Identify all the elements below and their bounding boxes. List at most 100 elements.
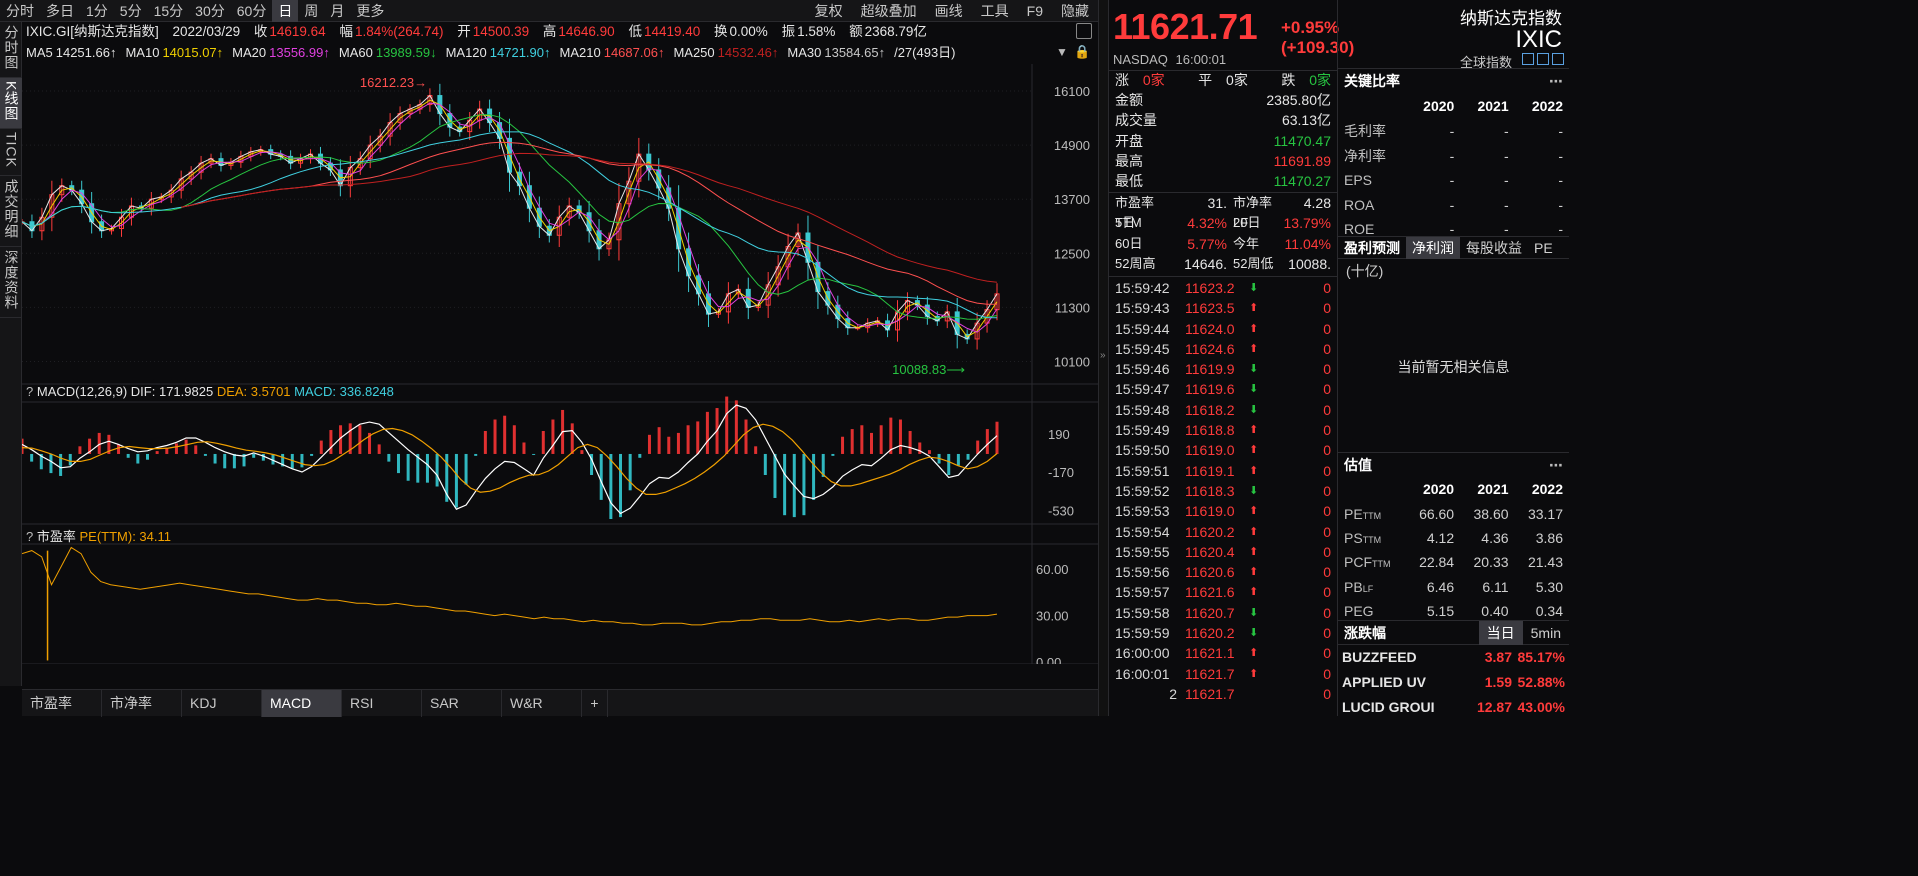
max-price-label: 16212.23→ xyxy=(360,75,427,90)
period-tab[interactable]: 分时 xyxy=(0,0,40,22)
movers-tab[interactable]: 5min xyxy=(1523,621,1569,645)
tool-button[interactable]: 复权 xyxy=(806,0,852,22)
key-ratios: 关键比率 ⋯ 2020 2021 2022 毛利率 - - - 净利率 - - - EPS - - - ROA -… xyxy=(1338,68,1569,242)
pe-help-icon[interactable]: ? xyxy=(26,529,33,544)
left-nav-item[interactable]: 深度资料 xyxy=(0,247,22,319)
tool-button[interactable]: 画线 xyxy=(926,0,972,22)
valuation-title: 估值 xyxy=(1344,457,1372,473)
indicator-tab[interactable]: SAR xyxy=(422,690,502,717)
quote-ratios: 市盈率TTM 31. 市净率LF 4.28 5日 4.32% 20日 13.79% 60日 5.7… xyxy=(1109,192,1337,274)
kr-value: - xyxy=(1449,172,1455,189)
tick-volume: 0 xyxy=(1323,503,1331,520)
period-tab[interactable]: 周 xyxy=(298,0,324,22)
stat-label: 开盘 xyxy=(1115,132,1143,149)
amount-label: 额 xyxy=(849,24,863,39)
left-nav-item[interactable]: TICK xyxy=(0,129,22,177)
kr-value: - xyxy=(1558,147,1563,164)
val-label: PSTTM xyxy=(1338,526,1406,550)
period-tab[interactable]: 60分 xyxy=(231,0,273,22)
stat-label: 最低 xyxy=(1115,173,1143,190)
left-nav-item[interactable]: 成交明细 xyxy=(0,176,22,248)
ma-name: MA10 xyxy=(125,45,160,60)
period-tab[interactable]: 月 xyxy=(324,0,350,22)
kr-corner xyxy=(1338,93,1406,119)
tick-price: 11619.6 xyxy=(1185,381,1235,398)
period-tab[interactable]: 5分 xyxy=(114,0,148,22)
chart-area[interactable]: 10100113001250013700149001610021-0221-04… xyxy=(22,64,1098,664)
mover-pct: 85.17% xyxy=(1517,649,1565,665)
ma-value: 14721.90↑ xyxy=(489,45,551,60)
tool-button[interactable]: 超级叠加 xyxy=(852,0,926,22)
indicator-tab[interactable]: KDJ xyxy=(182,690,262,717)
y-tick-label: 13700 xyxy=(1054,192,1090,207)
more-icon[interactable]: ⋯ xyxy=(1549,453,1569,477)
period-tab[interactable]: 更多 xyxy=(350,0,390,22)
tick-price: 11618.8 xyxy=(1185,422,1235,439)
stat-label: 最高 xyxy=(1115,152,1143,169)
forecast-tabs: 盈利预测 净利润 每股收益 PE xyxy=(1338,237,1569,259)
kr-label: ROA xyxy=(1344,196,1375,213)
forecast-tab[interactable]: PE xyxy=(1528,237,1559,259)
up-label: 涨 xyxy=(1115,72,1129,88)
indicator-tab[interactable]: W&R xyxy=(502,690,582,717)
forecast-tab[interactable]: 盈利预测 xyxy=(1338,237,1406,259)
tick-row: 15:59:54 11620.2 ⬆ 0 xyxy=(1109,522,1337,542)
tool-button[interactable]: 工具 xyxy=(972,0,1018,22)
left-nav-item[interactable]: 分时图 xyxy=(0,22,22,78)
lock-icon[interactable]: 🔒 xyxy=(1074,44,1090,60)
arrow-up-icon: ⬆ xyxy=(1249,322,1259,335)
dropdown-triangle-icon[interactable]: ▼ xyxy=(1056,45,1068,59)
kr-value: - xyxy=(1449,123,1455,140)
tick-volume: 0 xyxy=(1323,381,1331,398)
kr-value: - xyxy=(1503,147,1509,164)
expand-arrow-icon[interactable]: » xyxy=(1100,350,1106,361)
tick-time: 15:59:43 xyxy=(1115,300,1170,317)
mover-row[interactable]: BUZZFEED 3.87 85.17% xyxy=(1338,645,1569,670)
flat-label: 平 xyxy=(1198,72,1213,88)
amp-value: 1.84%(264.74) xyxy=(354,24,444,39)
forecast-tab[interactable]: 每股收益 xyxy=(1460,237,1528,259)
val-corner xyxy=(1338,477,1406,501)
tool-button[interactable]: F9 xyxy=(1018,0,1052,22)
y-tick-label: 12500 xyxy=(1054,246,1090,261)
movers-tab[interactable]: 当日 xyxy=(1478,621,1523,645)
left-nav-item[interactable]: K线图 xyxy=(0,78,22,130)
info-date: 2022/03/29 xyxy=(172,24,241,39)
menu-icon[interactable] xyxy=(1552,53,1564,65)
indicator-tab[interactable]: MACD xyxy=(262,690,342,717)
tick-row: 15:59:42 11623.2 ⬇ 0 xyxy=(1109,278,1337,298)
kr-value: - xyxy=(1449,147,1455,164)
macd-help-icon[interactable]: ? xyxy=(26,384,33,399)
period-tab[interactable]: 日 xyxy=(272,0,299,22)
forecast-tab[interactable]: 净利润 xyxy=(1406,237,1460,259)
kr-value: - xyxy=(1503,172,1509,189)
period-tabs: 分时 多日 1分 5分 15分 30分 60分日周月更多 xyxy=(0,0,390,22)
tick-price: 11618.3 xyxy=(1185,482,1235,499)
period-tab[interactable]: 30分 xyxy=(189,0,231,22)
indicator-tab[interactable]: + xyxy=(582,690,608,717)
close-label: 收 xyxy=(253,24,268,39)
indicator-tab[interactable]: 市净率 xyxy=(102,690,182,717)
panel-splitter[interactable]: » xyxy=(1098,0,1108,716)
stat-row: 成交量 63.13亿 xyxy=(1109,110,1337,130)
indicator-tab[interactable]: RSI xyxy=(342,690,422,717)
edit-icon[interactable] xyxy=(1522,53,1534,65)
tick-list[interactable]: 15:59:42 11623.2 ⬇ 0 15:59:43 11623.5 ⬆ 0 15:59:… xyxy=(1109,276,1337,704)
tick-price: 11621.7 xyxy=(1185,685,1235,702)
mover-row[interactable]: LUCID GROUI 12.87 43.00% xyxy=(1338,695,1569,720)
arrow-down-icon: ⬇ xyxy=(1249,627,1259,640)
macd-header: ? MACD(12,26,9) DIF: 171.9825 DEA: 3.570… xyxy=(26,384,394,399)
period-tab[interactable]: 多日 xyxy=(40,0,80,22)
more-icon[interactable]: ⋯ xyxy=(1549,69,1569,93)
mover-row[interactable]: APPLIED UV 1.59 52.88% xyxy=(1338,670,1569,695)
indicator-tab[interactable]: 市盈率 xyxy=(22,690,102,717)
tick-row: 15:59:52 11618.3 ⬇ 0 xyxy=(1109,481,1337,501)
window-icon[interactable] xyxy=(1537,53,1549,65)
tick-price: 11619.0 xyxy=(1185,442,1235,459)
tool-button[interactable]: 隐藏 xyxy=(1052,0,1098,22)
ratio-value: 10088. xyxy=(1288,255,1331,272)
popout-icon[interactable] xyxy=(1076,23,1092,39)
tick-time: 15:59:55 xyxy=(1115,543,1170,560)
period-tab[interactable]: 1分 xyxy=(80,0,114,22)
period-tab[interactable]: 15分 xyxy=(148,0,190,22)
